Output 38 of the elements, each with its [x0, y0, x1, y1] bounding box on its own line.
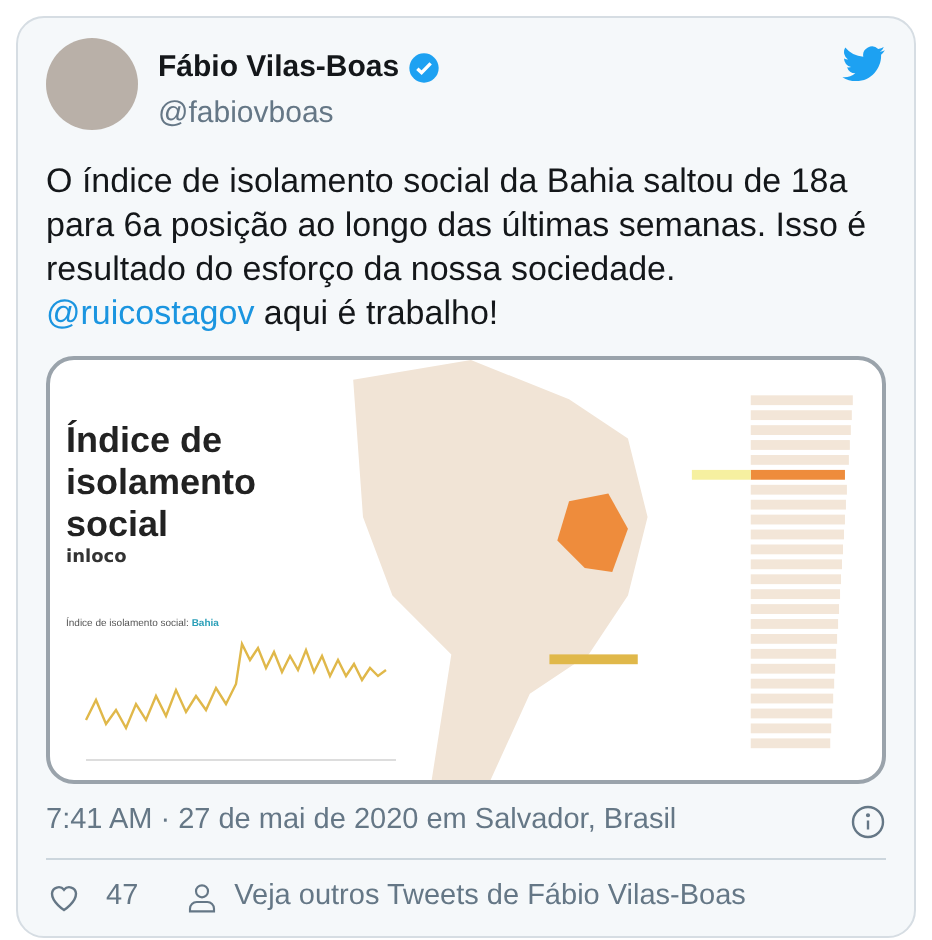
- chart-bar: [750, 693, 834, 704]
- chart-bar: [750, 678, 835, 689]
- chart-bar: [750, 469, 845, 480]
- chart-bar: [750, 499, 846, 510]
- chart-bar: [750, 440, 850, 450]
- author-handle[interactable]: @fabiovboas: [158, 91, 440, 136]
- tweet-text: O índice de isolamento social da Bahia saltou de 18a para 6a posição ao longo das últimas semanas. Isso é resultado do esforço da nossa sociedade. @ruicostagov aqui é trabalho!: [46, 160, 869, 336]
- chart-bar: [750, 410, 852, 421]
- tweet-timestamp[interactable]: 7:41 AM · 27 de mai de 2020 em Salvador, Brasil: [46, 800, 677, 844]
- mention-link[interactable]: @ruicostagov: [46, 294, 255, 332]
- like-button[interactable]: 47: [46, 875, 139, 919]
- bird-logo-icon[interactable]: [842, 46, 886, 82]
- highlight-bar: [691, 469, 751, 480]
- chart-bar: [750, 648, 837, 659]
- chart-bar: [750, 574, 842, 585]
- chart-bar: [750, 529, 844, 540]
- chart-bar: [750, 663, 836, 674]
- person-icon: [186, 879, 219, 916]
- chart-bar: [750, 544, 843, 555]
- chart-bar: [750, 738, 831, 749]
- chart-bar: [750, 619, 839, 629]
- chart-bar: [750, 425, 851, 435]
- chart-bar: [750, 589, 841, 600]
- avatar: [46, 38, 138, 130]
- media-title: Índice de isolamento social: [66, 420, 259, 546]
- chart-bar: [750, 514, 845, 525]
- chart-bar: [750, 708, 833, 719]
- info-icon[interactable]: [850, 803, 886, 840]
- chart-bar: [750, 634, 838, 644]
- chart-bar: [750, 395, 853, 406]
- author-name[interactable]: Fábio Vilas-Boas: [158, 46, 400, 91]
- profile-link[interactable]: Veja outros Tweets de Fábio Vilas-Boas: [186, 875, 746, 919]
- chart-bar: [750, 559, 842, 570]
- media-subtitle: inloco: [66, 546, 129, 572]
- chart-bar: [750, 604, 840, 614]
- chart-bar: [750, 723, 832, 734]
- chart-bar: [750, 455, 849, 465]
- chart-bar: [750, 484, 847, 495]
